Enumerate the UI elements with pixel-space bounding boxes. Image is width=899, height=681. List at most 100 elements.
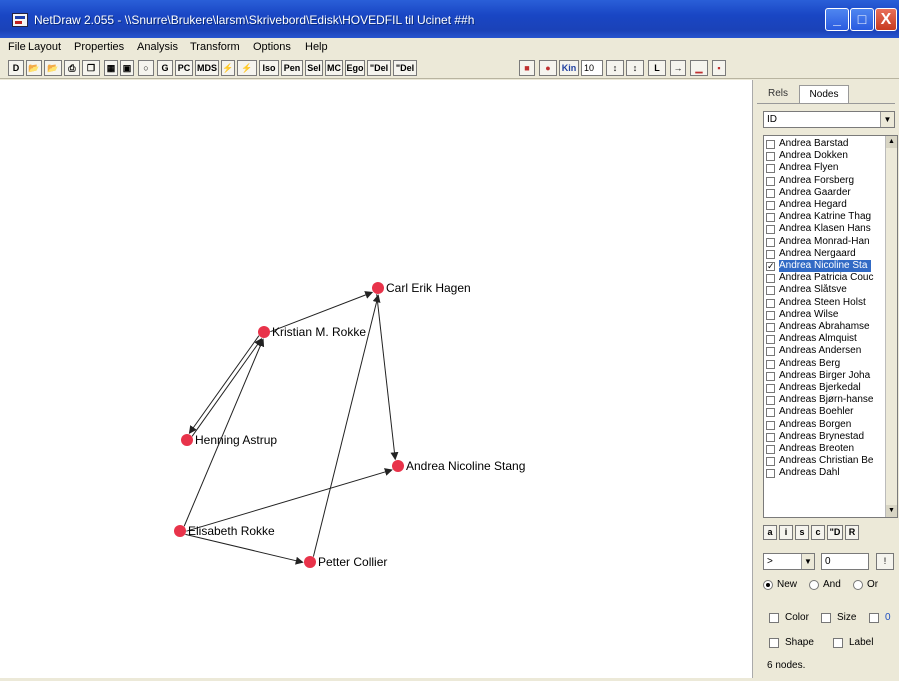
list-item[interactable]: Andrea Wilse bbox=[764, 309, 885, 321]
list-item[interactable]: Andreas Bjørn-hanse bbox=[764, 394, 885, 406]
node-andrea[interactable] bbox=[392, 460, 404, 472]
open-attributes-icon[interactable]: 📂 bbox=[44, 60, 62, 76]
circle-layout-icon[interactable]: ○ bbox=[138, 60, 154, 76]
arrow-icon[interactable]: → bbox=[670, 60, 686, 76]
chart-icon[interactable]: ▁ bbox=[690, 60, 708, 76]
menu-properties[interactable]: Properties bbox=[74, 41, 124, 53]
list-item-checkbox[interactable] bbox=[766, 237, 775, 247]
new-file-button[interactable]: D bbox=[8, 60, 24, 76]
print-icon[interactable]: ⎙ bbox=[64, 60, 80, 76]
grid-icon[interactable]: ▦ bbox=[104, 60, 118, 76]
mini-button-a[interactable]: a bbox=[763, 525, 777, 540]
list-item[interactable]: Andreas Christian Be bbox=[764, 455, 885, 467]
list-item-checkbox[interactable] bbox=[766, 213, 775, 223]
open-file-icon[interactable]: 📂 bbox=[26, 60, 42, 76]
scroll-down-icon[interactable]: ▼ bbox=[886, 505, 897, 517]
menu-options[interactable]: Options bbox=[253, 41, 291, 53]
ego-button[interactable]: Ego bbox=[345, 60, 365, 76]
list-item[interactable]: Andrea Nergaard bbox=[764, 248, 885, 260]
lightning-icon[interactable]: ⚡ bbox=[221, 60, 235, 76]
radio-and[interactable] bbox=[809, 580, 819, 590]
scroll-up-icon[interactable]: ▲ bbox=[886, 136, 897, 148]
color-checkbox[interactable] bbox=[769, 613, 779, 623]
list-item[interactable]: Andreas Berg bbox=[764, 358, 885, 370]
list-item-checkbox[interactable] bbox=[766, 347, 775, 357]
list-item-checkbox[interactable] bbox=[766, 201, 775, 210]
list-item[interactable]: Andrea Dokken bbox=[764, 150, 885, 162]
list-item[interactable]: Andrea Monrad-Han bbox=[764, 236, 885, 248]
list-item[interactable]: Andrea Katrine Thag bbox=[764, 211, 885, 223]
isolates-button[interactable]: Iso bbox=[259, 60, 279, 76]
menu-layout[interactable]: Layout bbox=[28, 41, 61, 53]
menu-transform[interactable]: Transform bbox=[190, 41, 240, 53]
list-item[interactable]: Andrea Steen Holst bbox=[764, 297, 885, 309]
list-item[interactable]: Andreas Breoten bbox=[764, 443, 885, 455]
list-item[interactable]: Andreas Dahl bbox=[764, 467, 885, 479]
spin-up-icon[interactable]: ↕ bbox=[606, 60, 624, 76]
delete-nodes-button[interactable]: "Del bbox=[367, 60, 391, 76]
netdraw-app-icon[interactable] bbox=[12, 13, 28, 27]
color-dot-icon[interactable]: ▪ bbox=[712, 60, 726, 76]
mini-button-c[interactable]: c bbox=[811, 525, 825, 540]
mini-button-delete[interactable]: "D bbox=[827, 525, 843, 540]
list-item[interactable]: Andreas Andersen bbox=[764, 345, 885, 357]
list-item[interactable]: Andrea Patricia Couc bbox=[764, 272, 885, 284]
list-item-checkbox[interactable] bbox=[766, 176, 775, 186]
third-checkbox[interactable] bbox=[869, 613, 879, 623]
node-label-carl[interactable]: Carl Erik Hagen bbox=[386, 281, 471, 295]
maximize-button[interactable]: □ bbox=[850, 8, 874, 31]
mini-button-r[interactable]: R bbox=[845, 525, 859, 540]
list-item[interactable]: Andreas Boehler bbox=[764, 406, 885, 418]
list-item[interactable]: Andreas Birger Joha bbox=[764, 370, 885, 382]
list-item-checkbox[interactable] bbox=[766, 274, 775, 284]
node-label-henning[interactable]: Henning Astrup bbox=[195, 433, 277, 447]
list-item[interactable]: Andrea Barstad bbox=[764, 138, 885, 150]
apply-filter-button[interactable]: ! bbox=[876, 553, 894, 570]
spin-down-icon[interactable]: ↕ bbox=[626, 60, 644, 76]
edge-kristian-henning[interactable] bbox=[188, 335, 260, 434]
label-checkbox[interactable] bbox=[833, 638, 843, 648]
node-size-input[interactable]: 10 bbox=[581, 60, 603, 76]
list-item[interactable]: Andreas Abrahamse bbox=[764, 321, 885, 333]
menu-analysis[interactable]: Analysis bbox=[137, 41, 178, 53]
operator-select[interactable]: > ▼ bbox=[763, 553, 815, 570]
node-label-petter[interactable]: Petter Collier bbox=[318, 555, 387, 569]
network-canvas[interactable]: Carl Erik Hagen Kristian M. Rokke Henning … bbox=[0, 80, 752, 678]
node-listbox[interactable]: Andreas Dahl Andreas Christian Be Andreas … bbox=[763, 135, 898, 518]
edge-elisabeth-andrea[interactable] bbox=[186, 468, 393, 532]
list-item-checkbox[interactable] bbox=[766, 384, 775, 393]
threshold-input[interactable]: 0 bbox=[821, 553, 869, 570]
radio-or[interactable] bbox=[853, 580, 863, 590]
list-scrollbar[interactable]: ▲ ▼ bbox=[885, 136, 897, 517]
list-item[interactable]: Andreas Bjerkedal bbox=[764, 382, 885, 394]
node-carl[interactable] bbox=[372, 282, 384, 294]
edge-henning-kristian[interactable] bbox=[191, 338, 263, 437]
menu-help[interactable]: Help bbox=[305, 41, 328, 53]
radio-new[interactable] bbox=[763, 580, 773, 590]
minimize-button[interactable]: _ bbox=[825, 8, 849, 31]
list-item[interactable]: Andrea Hegard bbox=[764, 199, 885, 211]
size-checkbox[interactable] bbox=[821, 613, 831, 623]
list-item-checkbox[interactable] bbox=[766, 457, 775, 467]
node-label-andrea[interactable]: Andrea Nicoline Stang bbox=[406, 459, 525, 473]
list-item-checkbox[interactable] bbox=[766, 152, 775, 162]
pendants-button[interactable]: Pen bbox=[281, 60, 303, 76]
list-item[interactable]: Andrea Flyen bbox=[764, 162, 885, 174]
save-image-icon[interactable]: ❐ bbox=[82, 60, 100, 76]
list-item-checkbox[interactable] bbox=[766, 286, 775, 296]
list-item-checkbox[interactable] bbox=[766, 335, 775, 345]
node-label-elisabeth[interactable]: Elisabeth Rokke bbox=[188, 524, 275, 538]
node-shape-icon[interactable]: ● bbox=[539, 60, 557, 76]
edge-elisabeth-petter[interactable] bbox=[185, 533, 304, 565]
menu-file[interactable]: File bbox=[8, 41, 26, 53]
node-kristian[interactable] bbox=[258, 326, 270, 338]
list-item[interactable]: Andrea Klasen Hans bbox=[764, 223, 885, 235]
list-item-checkbox[interactable] bbox=[766, 469, 775, 479]
network-graph[interactable]: Carl Erik Hagen Kristian M. Rokke Henning … bbox=[0, 80, 752, 678]
close-button[interactable]: X bbox=[875, 8, 897, 31]
node-elisabeth[interactable] bbox=[174, 525, 186, 537]
list-item-checkbox[interactable] bbox=[766, 408, 775, 418]
delete-ties-button[interactable]: "Del bbox=[393, 60, 417, 76]
chevron-down-icon[interactable]: ▼ bbox=[880, 112, 894, 127]
main-component-button[interactable]: MC bbox=[325, 60, 343, 76]
